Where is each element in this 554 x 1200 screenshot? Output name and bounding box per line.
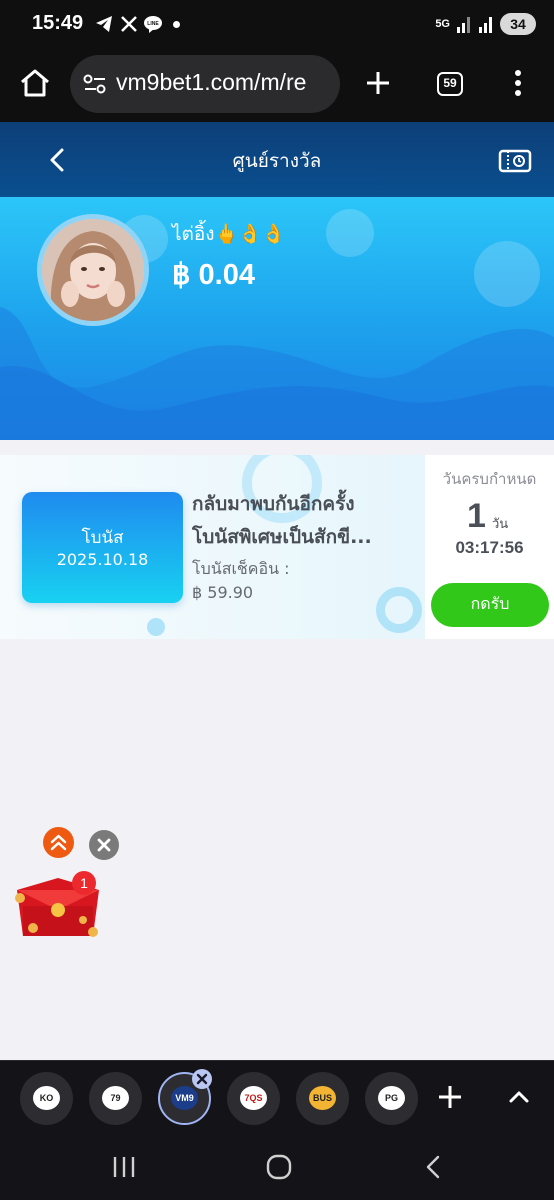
- browser-menu-icon[interactable]: [510, 69, 526, 99]
- network-label: 5G: [435, 17, 450, 30]
- telegram-icon: [96, 16, 112, 32]
- tab-favicon: VM9: [171, 1086, 198, 1110]
- tab-favicon: PG: [378, 1086, 405, 1110]
- bonus-amount: ฿ 59.90: [192, 583, 254, 602]
- system-home-icon[interactable]: [265, 1153, 293, 1181]
- page-title: ศูนย์รางวัล: [232, 150, 322, 172]
- tab-favicon: 79: [102, 1086, 129, 1110]
- username: ไต่อิ้ง🖕👌👌: [172, 223, 286, 245]
- bonus-title-line2: โบนัสพิเศษเป็นสักขี...: [192, 526, 372, 548]
- clock: 15:49: [32, 12, 84, 34]
- battery-indicator: 34: [500, 13, 536, 35]
- page-header: ศูนย์รางวัล: [0, 122, 554, 197]
- signal-icon: [457, 17, 470, 33]
- bonus-tile-date: 2025.10.18: [56, 550, 149, 569]
- due-days: 1: [467, 497, 486, 535]
- ticket-history-icon[interactable]: [498, 148, 532, 174]
- more-notifications-dot: [173, 21, 180, 28]
- recent-apps-icon[interactable]: [111, 1154, 137, 1180]
- scroll-top-button[interactable]: [43, 827, 74, 858]
- browser-tab-strip: KO 79 VM9 7QS BUS PG: [0, 1060, 554, 1134]
- tab-ko[interactable]: KO: [20, 1072, 73, 1125]
- chevron-up-icon[interactable]: [507, 1087, 531, 1105]
- bonus-checkin-label: โบนัสเช็คอิน :: [192, 559, 290, 578]
- url-field[interactable]: vm9bet1.com/m/re: [70, 55, 340, 113]
- bonus-tile-label: โบนัส: [81, 528, 124, 548]
- home-icon[interactable]: [19, 68, 51, 98]
- tab-7qs[interactable]: 7QS: [227, 1072, 280, 1125]
- tab-79[interactable]: 79: [89, 1072, 142, 1125]
- balance-amount: ฿ 0.04: [172, 259, 255, 291]
- tab-pg[interactable]: PG: [365, 1072, 418, 1125]
- status-bar: 15:49 LINE 5G 34: [0, 0, 554, 48]
- decor-bubble: [326, 209, 374, 257]
- signal-icon-2: [479, 17, 492, 33]
- bonus-tile: โบนัส 2025.10.18: [22, 492, 183, 603]
- x-icon: [121, 16, 137, 32]
- bonus-card: โบนัส 2025.10.18 กลับมาพบกันอีกครั้ง โบน…: [0, 455, 554, 639]
- url-text: vm9bet1.com/m/re: [116, 69, 307, 95]
- avatar-photo: [42, 219, 144, 321]
- close-tab-button[interactable]: [192, 1069, 212, 1089]
- site-settings-icon[interactable]: [83, 74, 107, 94]
- close-icon: [97, 838, 111, 852]
- decor-ring: [376, 587, 422, 633]
- due-label: วันครบกำหนด: [442, 470, 537, 488]
- avatar[interactable]: [37, 214, 149, 326]
- line-icon: LINE: [144, 16, 162, 33]
- tab-favicon: KO: [33, 1086, 60, 1110]
- tab-bus[interactable]: BUS: [296, 1072, 349, 1125]
- claim-button[interactable]: กดรับ: [431, 583, 549, 627]
- system-back-icon[interactable]: [423, 1154, 443, 1180]
- add-tab-icon[interactable]: [437, 1084, 463, 1110]
- close-widget-button[interactable]: [89, 830, 119, 860]
- double-chevron-up-icon: [50, 834, 67, 851]
- decor-dot: [147, 618, 165, 636]
- new-tab-icon[interactable]: [364, 69, 392, 97]
- tab-favicon: 7QS: [240, 1086, 267, 1110]
- bonus-due-panel: วันครบกำหนด 1 วัน 03:17:56 กดรับ: [425, 455, 554, 639]
- browser-toolbar: vm9bet1.com/m/re 59: [0, 48, 554, 122]
- bonus-title-line1: กลับมาพบกันอีกครั้ง: [192, 493, 355, 515]
- tab-switcher-button[interactable]: 59: [437, 72, 463, 96]
- red-packet-badge: 1: [72, 871, 96, 895]
- due-days-unit: วัน: [492, 517, 509, 532]
- close-icon: [196, 1073, 208, 1085]
- svg-text:LINE: LINE: [147, 21, 159, 27]
- tab-favicon: BUS: [309, 1086, 336, 1110]
- system-nav-bar: [0, 1134, 554, 1200]
- bonus-card-body: โบนัส 2025.10.18 กลับมาพบกันอีกครั้ง โบน…: [0, 455, 425, 639]
- countdown-timer: 03:17:56: [455, 538, 524, 557]
